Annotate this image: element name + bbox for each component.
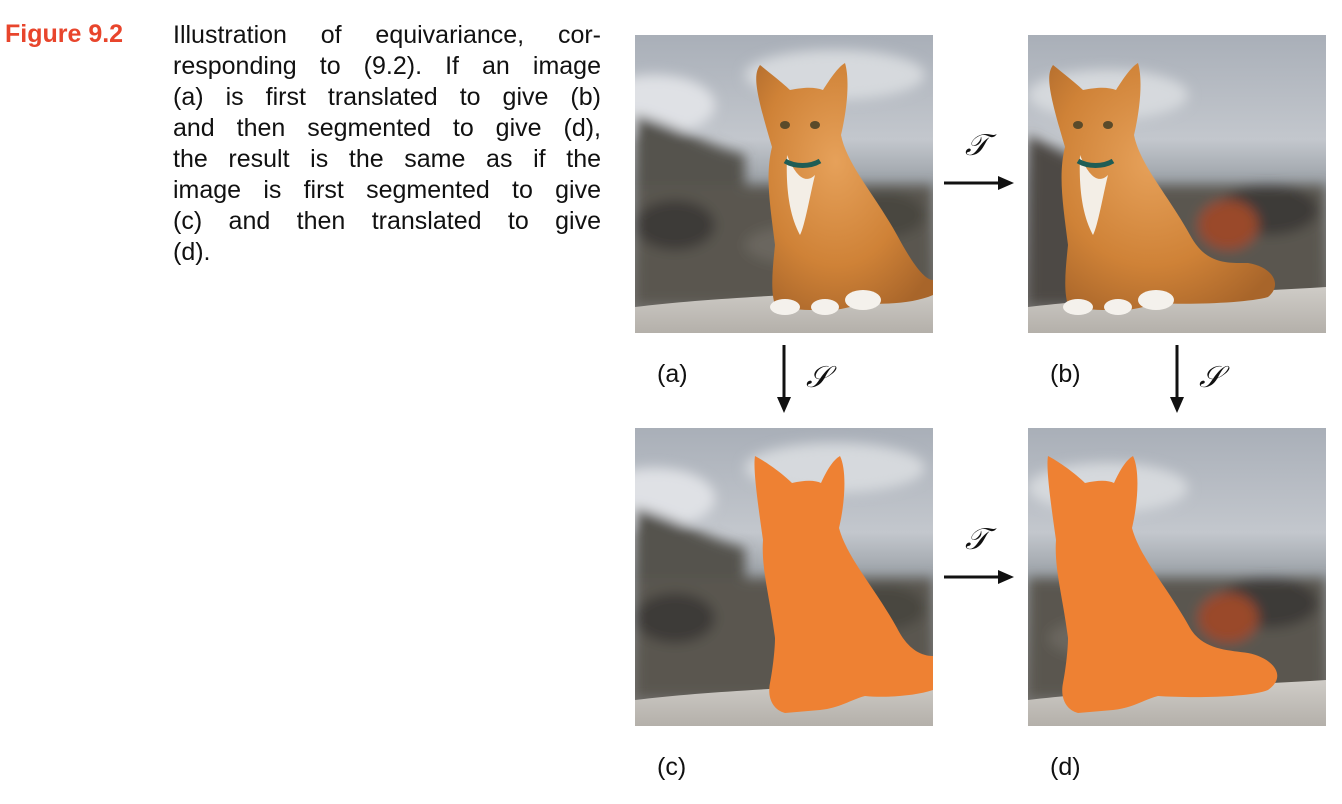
segment-arrow-left <box>777 345 791 413</box>
caption-line: (c) and then translated to give <box>173 207 601 235</box>
label-c: (c) <box>657 753 687 781</box>
panel-b-image <box>1028 35 1326 333</box>
figure-caption: Illustration of equivariance, cor- respo… <box>173 20 601 268</box>
caption-line: Illustration of equivariance, cor- <box>173 21 601 49</box>
panel-c-image <box>635 428 933 726</box>
translate-arrow-bottom <box>944 570 1014 584</box>
caption-line: the result is the same as if the <box>173 145 601 173</box>
segment-symbol-right: 𝒮 <box>1199 360 1223 395</box>
translate-symbol-top: 𝒯 <box>965 128 988 163</box>
panel-d-image <box>1028 428 1326 726</box>
label-d: (d) <box>1050 753 1081 781</box>
panel-a-image <box>635 35 933 333</box>
caption-line: responding to (9.2). If an image <box>173 52 601 80</box>
segment-symbol-left: 𝒮 <box>806 360 830 395</box>
caption-line: and then segmented to give (d), <box>173 114 601 142</box>
label-a: (a) <box>657 360 688 388</box>
caption-line: (a) is first translated to give (b) <box>173 83 601 111</box>
caption-line: image is first segmented to give <box>173 176 601 204</box>
translate-arrow-top <box>944 176 1014 190</box>
caption-line: (d). <box>173 238 211 266</box>
translate-symbol-bottom: 𝒯 <box>965 522 988 557</box>
label-b: (b) <box>1050 360 1081 388</box>
segment-arrow-right <box>1170 345 1184 413</box>
figure-label: Figure 9.2 <box>5 20 124 48</box>
